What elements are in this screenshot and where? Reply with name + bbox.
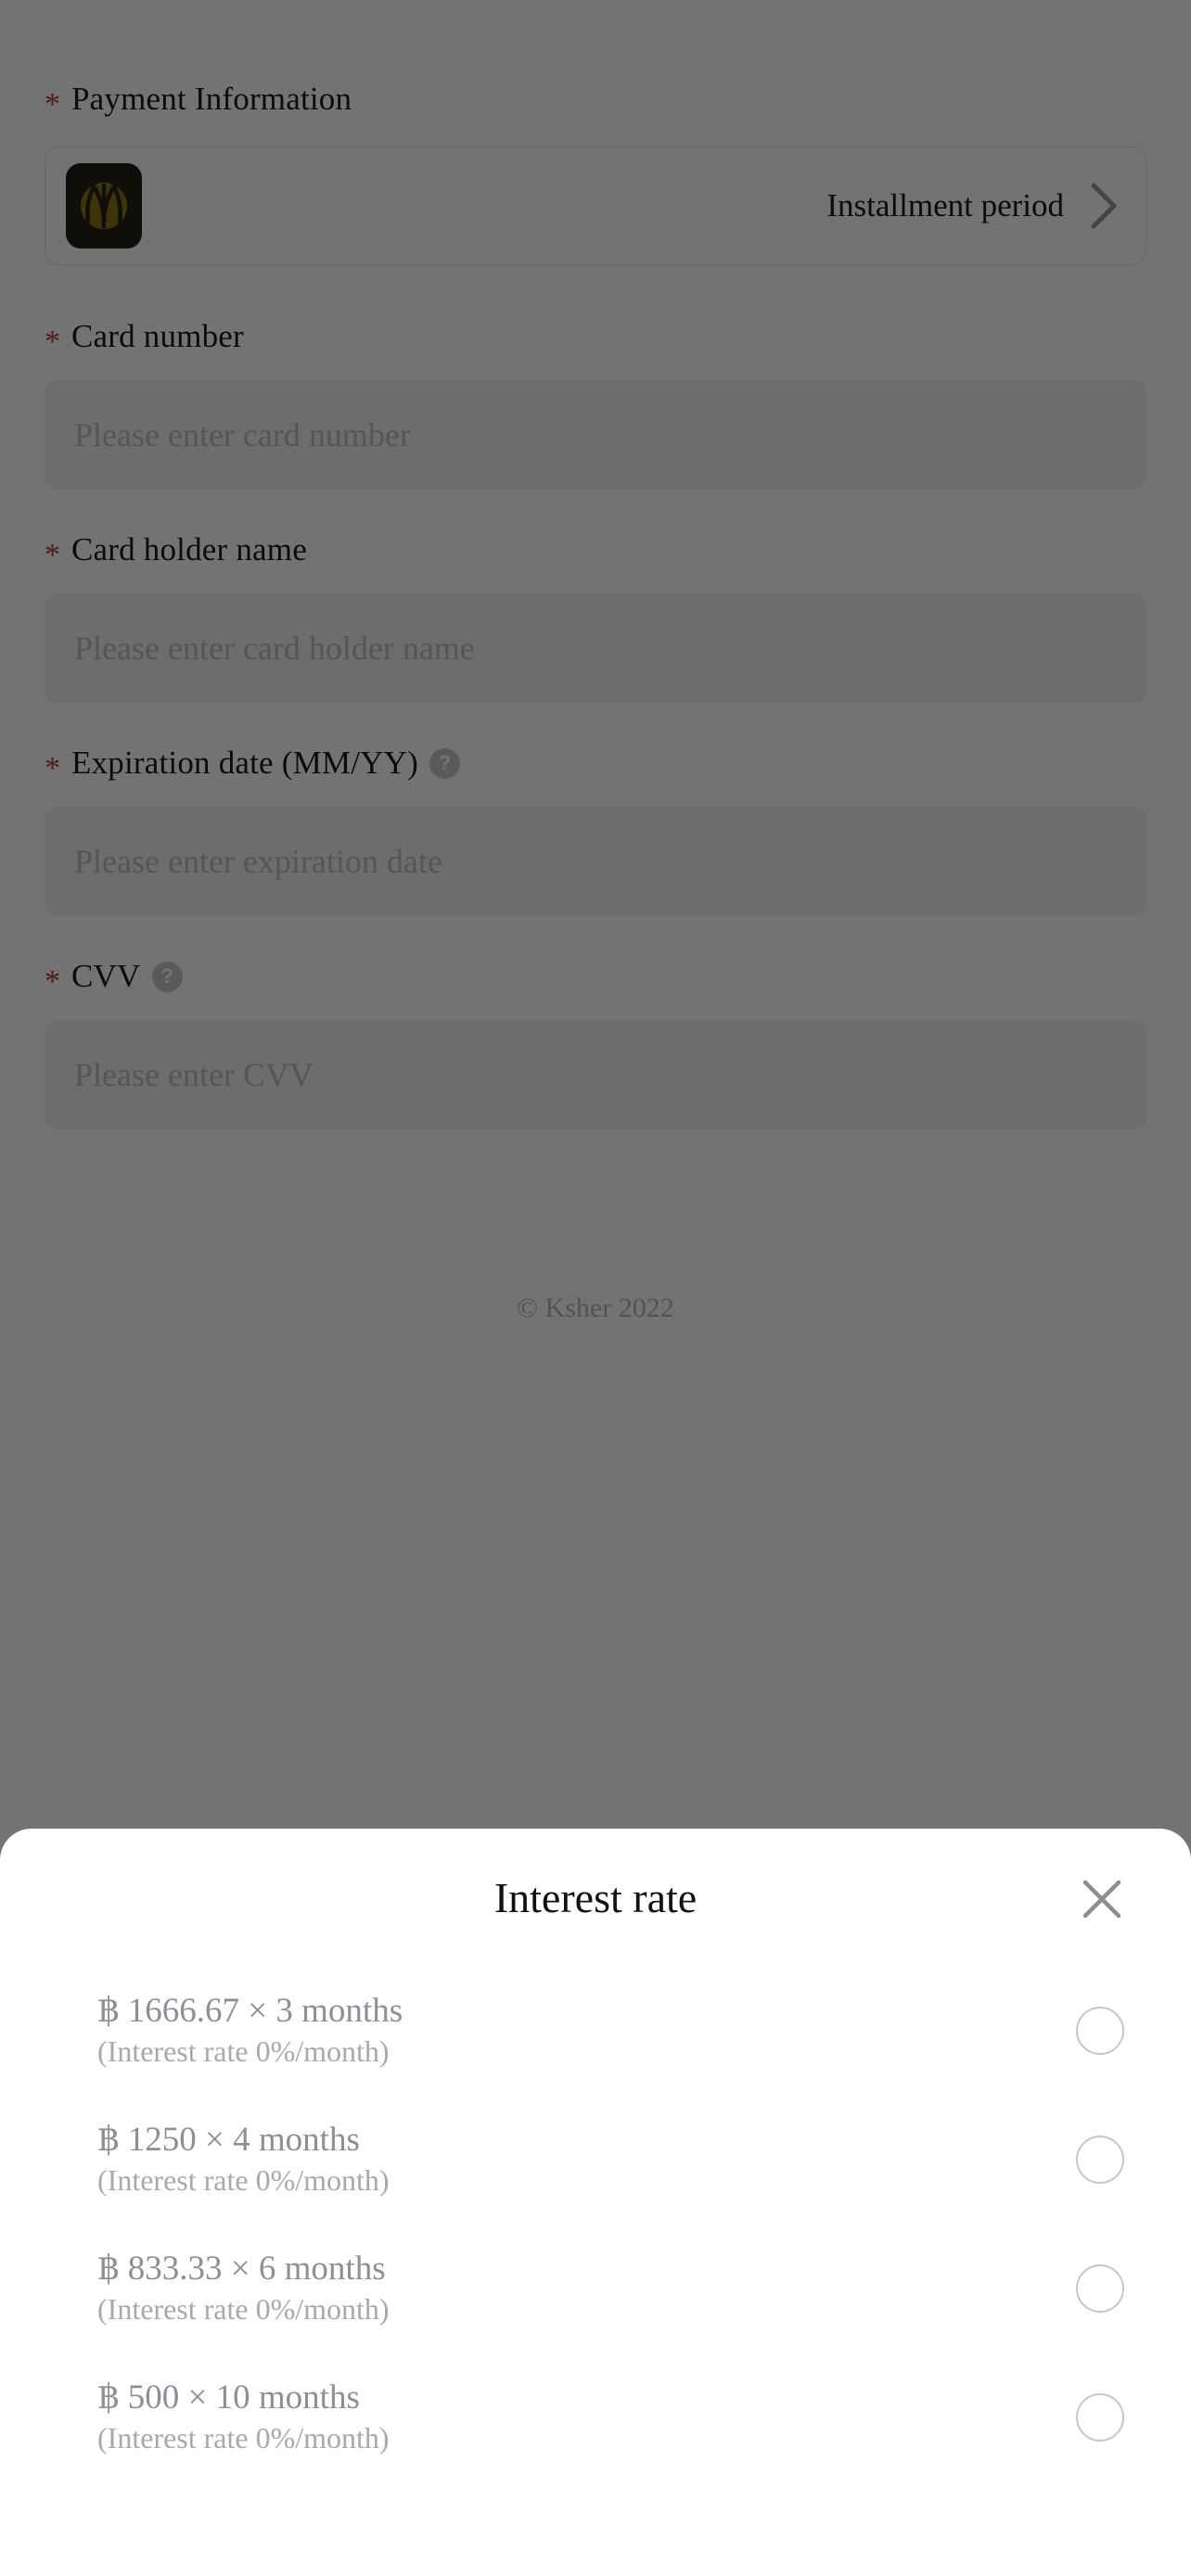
list-item[interactable]: ฿ 1250 × 4 months (Interest rate 0%/mont… [0, 2095, 1191, 2224]
list-item[interactable]: ฿ 1666.67 × 3 months (Interest rate 0%/m… [0, 1966, 1191, 2095]
option-radio-button[interactable] [1076, 2006, 1124, 2055]
option-amount-months: ฿ 1666.67 × 3 months [97, 1991, 403, 2030]
installment-options-list: ฿ 1666.67 × 3 months (Interest rate 0%/m… [0, 1966, 1191, 2481]
sheet-header: Interest rate [0, 1829, 1191, 1966]
payment-screen: * Payment Information Installment period [0, 0, 1191, 2576]
interest-rate-bottom-sheet: Interest rate ฿ 1666.67 × 3 months (Inte… [0, 1829, 1191, 2576]
option-radio-button[interactable] [1076, 2392, 1124, 2442]
option-amount-months: ฿ 833.33 × 6 months [97, 2249, 386, 2288]
option-text: ฿ 833.33 × 6 months (Interest rate 0%/mo… [97, 2249, 1048, 2328]
list-item[interactable]: ฿ 833.33 × 6 months (Interest rate 0%/mo… [0, 2224, 1191, 2353]
option-text: ฿ 1250 × 4 months (Interest rate 0%/mont… [97, 2120, 1048, 2200]
option-interest-rate: (Interest rate 0%/month) [97, 2421, 390, 2455]
option-interest-rate: (Interest rate 0%/month) [97, 2034, 390, 2069]
option-amount-months: ฿ 500 × 10 months [97, 2378, 360, 2417]
option-interest-rate: (Interest rate 0%/month) [97, 2163, 390, 2198]
close-icon[interactable] [1070, 1868, 1133, 1931]
option-radio-button[interactable] [1076, 2135, 1124, 2184]
sheet-title: Interest rate [493, 1873, 698, 1921]
option-amount-months: ฿ 1250 × 4 months [97, 2120, 360, 2159]
option-interest-rate: (Interest rate 0%/month) [97, 2292, 390, 2327]
option-text: ฿ 1666.67 × 3 months (Interest rate 0%/m… [97, 1991, 1048, 2071]
list-item[interactable]: ฿ 500 × 10 months (Interest rate 0%/mont… [0, 2353, 1191, 2481]
option-radio-button[interactable] [1076, 2264, 1124, 2313]
option-text: ฿ 500 × 10 months (Interest rate 0%/mont… [97, 2378, 1048, 2457]
